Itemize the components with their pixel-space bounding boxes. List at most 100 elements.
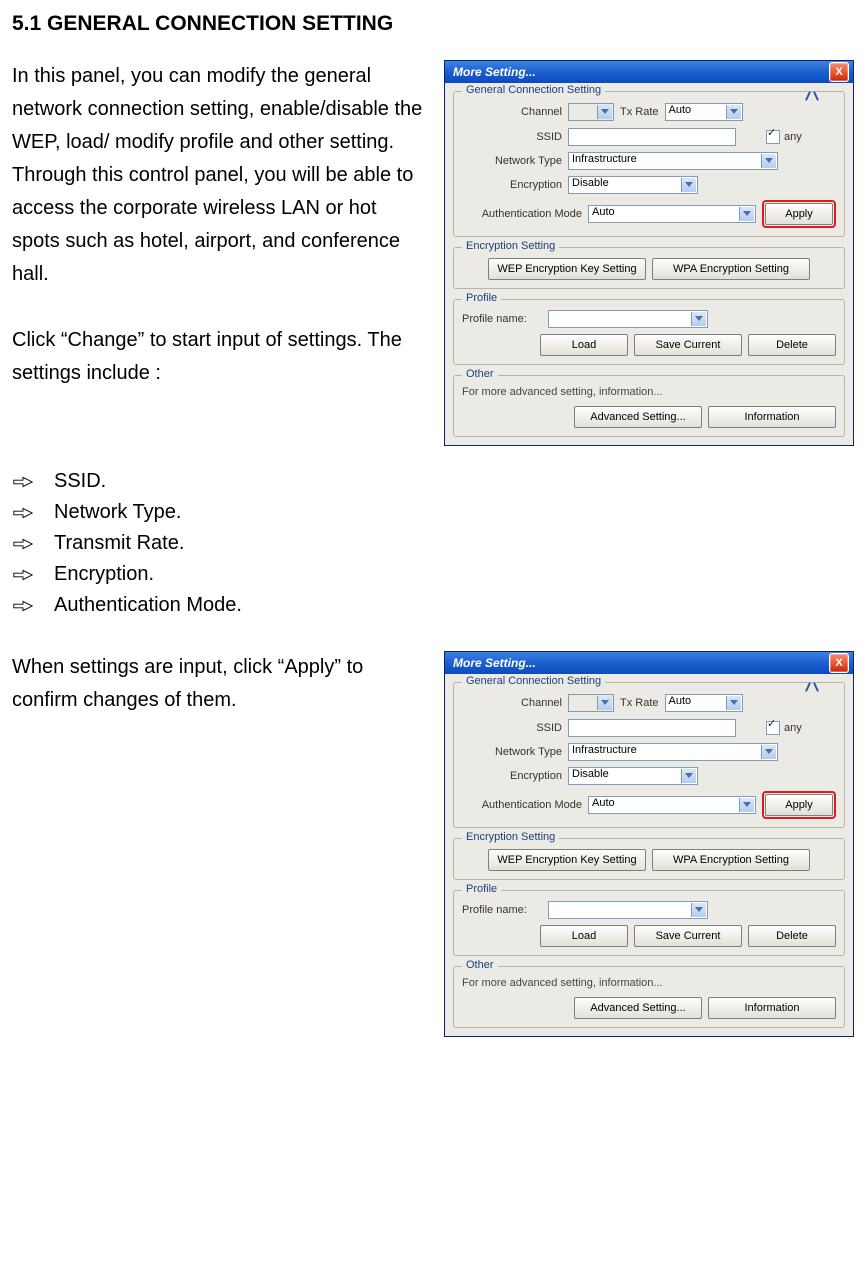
titlebar[interactable]: More Setting... X [445, 61, 853, 83]
para-3: When settings are input, click “Apply” t… [12, 651, 424, 717]
chevron-down-icon [695, 316, 703, 321]
save-current-button[interactable]: Save Current [634, 334, 742, 356]
label-any: any [784, 131, 802, 143]
other-hint: For more advanced setting, information..… [462, 386, 836, 398]
network-type-value: Infrastructure [572, 744, 637, 756]
list-item: Authentication Mode. [12, 590, 854, 621]
label-auth-mode: Authentication Mode [462, 799, 582, 811]
delete-button[interactable]: Delete [748, 334, 836, 356]
apply-button[interactable]: Apply [765, 203, 833, 225]
list-item-label: Encryption. [54, 559, 154, 590]
chevron-down-icon [765, 749, 773, 754]
profile-name-select[interactable] [548, 901, 708, 919]
encryption-value: Disable [572, 768, 609, 780]
label-profile-name: Profile name: [462, 904, 542, 916]
ssid-input[interactable] [568, 719, 736, 737]
list-item-label: Authentication Mode. [54, 590, 242, 621]
dialog-figure-2: More Setting... X General Connection Set… [444, 651, 854, 1037]
auth-mode-select[interactable]: Auto [588, 205, 756, 223]
other-hint: For more advanced setting, information..… [462, 977, 836, 989]
wpa-setting-button[interactable]: WPA Encryption Setting [652, 258, 810, 280]
titlebar[interactable]: More Setting... X [445, 652, 853, 674]
more-setting-dialog: More Setting... X General Connection Set… [444, 60, 854, 446]
dialog-figure-1: More Setting... X General Connection Set… [444, 60, 854, 446]
label-encryption: Encryption [462, 770, 562, 782]
chevron-down-icon [685, 182, 693, 187]
hand-right-icon [12, 567, 34, 583]
group-general: General Connection Setting Channel Tx Ra… [453, 91, 845, 237]
wpa-setting-button[interactable]: WPA Encryption Setting [652, 849, 810, 871]
para-2: Click “Change” to start input of setting… [12, 324, 424, 390]
txrate-value: Auto [669, 104, 692, 116]
chevron-down-icon [743, 211, 751, 216]
legend-other: Other [462, 959, 498, 971]
auth-mode-value: Auto [592, 797, 615, 809]
more-setting-dialog: More Setting... X General Connection Set… [444, 651, 854, 1037]
save-current-button[interactable]: Save Current [634, 925, 742, 947]
legend-encryption: Encryption Setting [462, 240, 559, 252]
apply-highlight: Apply [762, 791, 836, 819]
wep-setting-button[interactable]: WEP Encryption Key Setting [488, 849, 646, 871]
txrate-select[interactable]: Auto [665, 103, 743, 121]
chevron-down-icon [601, 109, 609, 114]
label-network-type: Network Type [462, 746, 562, 758]
advanced-setting-button[interactable]: Advanced Setting... [574, 997, 702, 1019]
any-checkbox[interactable] [766, 721, 780, 735]
dialog-body: General Connection Setting Channel Tx Ra… [445, 83, 853, 445]
list-item: Encryption. [12, 559, 854, 590]
load-button[interactable]: Load [540, 334, 628, 356]
network-type-select[interactable]: Infrastructure [568, 152, 778, 170]
window-title: More Setting... [453, 656, 536, 670]
any-checkbox[interactable] [766, 130, 780, 144]
list-item: Network Type. [12, 497, 854, 528]
auth-mode-value: Auto [592, 206, 615, 218]
legend-general: General Connection Setting [462, 675, 605, 687]
para-1: In this panel, you can modify the genera… [12, 60, 424, 291]
list-item-label: Transmit Rate. [54, 528, 184, 559]
chevron-down-icon [695, 907, 703, 912]
encryption-select[interactable]: Disable [568, 176, 698, 194]
wep-setting-button[interactable]: WEP Encryption Key Setting [488, 258, 646, 280]
label-ssid: SSID [462, 131, 562, 143]
ssid-input[interactable] [568, 128, 736, 146]
group-encryption-setting: Encryption Setting WEP Encryption Key Se… [453, 838, 845, 880]
txrate-select[interactable]: Auto [665, 694, 743, 712]
apply-button[interactable]: Apply [765, 794, 833, 816]
chevron-down-icon [743, 802, 751, 807]
information-button[interactable]: Information [708, 406, 836, 428]
advanced-setting-button[interactable]: Advanced Setting... [574, 406, 702, 428]
information-button[interactable]: Information [708, 997, 836, 1019]
settings-list: SSID. Network Type. Transmit Rate. Encry… [12, 466, 854, 621]
group-other: Other For more advanced setting, informa… [453, 375, 845, 437]
legend-other: Other [462, 368, 498, 380]
chevron-down-icon [730, 109, 738, 114]
label-ssid: SSID [462, 722, 562, 734]
channel-select[interactable] [568, 103, 614, 121]
txrate-value: Auto [669, 695, 692, 707]
label-txrate: Tx Rate [620, 106, 659, 118]
apply-text: When settings are input, click “Apply” t… [12, 651, 424, 717]
close-button[interactable]: X [829, 653, 849, 673]
auth-mode-select[interactable]: Auto [588, 796, 756, 814]
intro-text: In this panel, you can modify the genera… [12, 60, 424, 390]
section-intro: In this panel, you can modify the genera… [12, 60, 854, 446]
legend-profile: Profile [462, 292, 501, 304]
encryption-select[interactable]: Disable [568, 767, 698, 785]
chevron-down-icon [765, 158, 773, 163]
apply-highlight: Apply [762, 200, 836, 228]
profile-name-select[interactable] [548, 310, 708, 328]
label-any: any [784, 722, 802, 734]
legend-encryption: Encryption Setting [462, 831, 559, 843]
group-general: General Connection Setting Channel Tx Ra… [453, 682, 845, 828]
close-button[interactable]: X [829, 62, 849, 82]
hand-right-icon [12, 505, 34, 521]
load-button[interactable]: Load [540, 925, 628, 947]
hand-right-icon [12, 474, 34, 490]
group-other: Other For more advanced setting, informa… [453, 966, 845, 1028]
legend-profile: Profile [462, 883, 501, 895]
wifi-icon [812, 693, 836, 713]
delete-button[interactable]: Delete [748, 925, 836, 947]
chevron-down-icon [685, 773, 693, 778]
channel-select[interactable] [568, 694, 614, 712]
network-type-select[interactable]: Infrastructure [568, 743, 778, 761]
